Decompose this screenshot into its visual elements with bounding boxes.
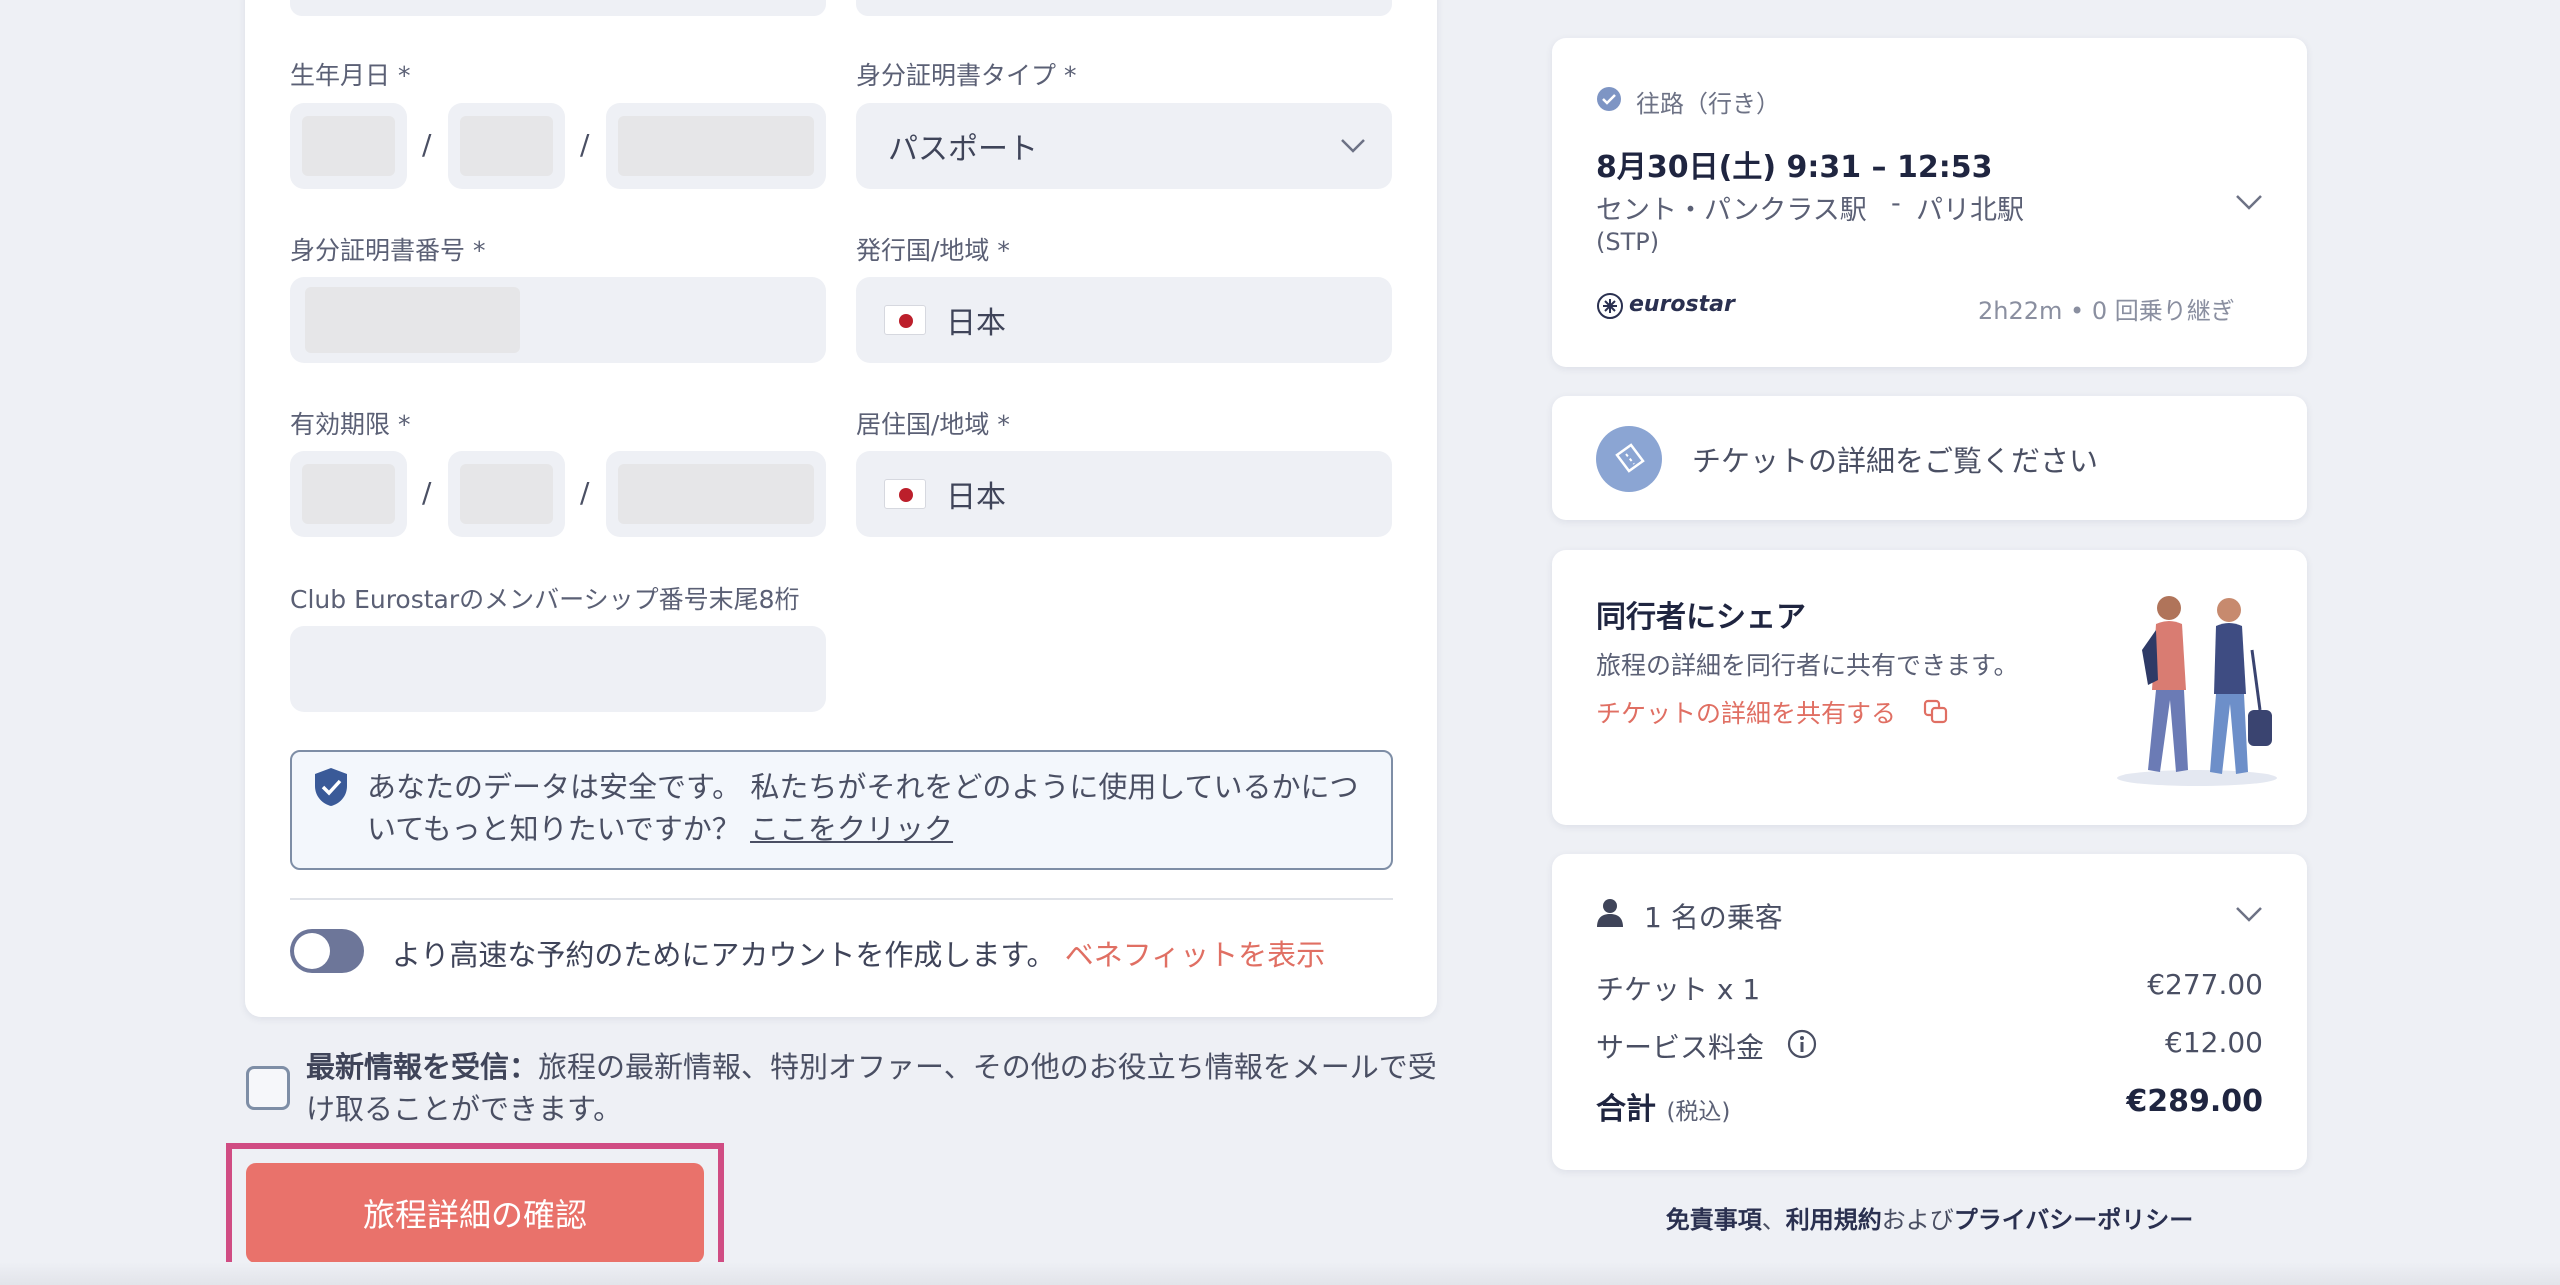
residence-label: 居住国/地域 * (856, 410, 1010, 439)
service-fee-value: €12.00 (2165, 1026, 2263, 1059)
journey-duration: 2h22m • 0 回乗り継ぎ (1978, 297, 2235, 325)
chevron-down-icon[interactable] (2235, 906, 2263, 924)
date-separator: / (580, 128, 590, 161)
chevron-down-icon[interactable] (2235, 194, 2263, 212)
newsletter-text: 最新情報を受信：旅程の最新情報、特別オファー、その他のお役立ち情報をメールで受け… (306, 1046, 1441, 1130)
id-type-label: 身分証明書タイプ * (856, 61, 1077, 90)
residence-value: 日本 (946, 480, 1006, 515)
check-circle-icon (1597, 87, 1621, 111)
japan-flag-icon (884, 479, 926, 509)
previous-field-right[interactable] (856, 0, 1392, 16)
previous-field-left[interactable] (290, 0, 826, 16)
expiry-month-input[interactable] (448, 451, 565, 537)
origin-station: セント・パンクラス駅 (1596, 195, 1867, 226)
date-separator: / (580, 476, 590, 509)
confirm-itinerary-button[interactable]: 旅程詳細の確認 (246, 1163, 704, 1263)
ticket-price-value: €277.00 (2147, 968, 2263, 1001)
view-benefits-link[interactable]: ベネフィットを表示 (1065, 938, 1325, 972)
eurostar-logo-text: eurostar (1629, 292, 1735, 317)
birth-day-input[interactable] (290, 103, 407, 189)
id-type-select[interactable]: パスポート (856, 103, 1392, 189)
passenger-count: 1 名の乗客 (1644, 901, 1783, 934)
shield-check-icon (315, 768, 347, 806)
total-value: €289.00 (2126, 1084, 2263, 1119)
privacy-policy-link[interactable]: プライバシーポリシー (1954, 1206, 2194, 1234)
tax-included-label: (税込) (1666, 1099, 1731, 1125)
membership-label: Club Eurostarのメンバーシップ番号末尾8桁 (290, 585, 800, 614)
info-icon[interactable] (1786, 1028, 1818, 1060)
issuing-country-label: 発行国/地域 * (856, 236, 1010, 265)
id-number-input[interactable] (290, 277, 826, 363)
ticket-details-text: チケットの詳細をご覧ください (1692, 444, 2099, 478)
footer-links: 免責事項、利用規約およびプライバシーポリシー (1552, 1200, 2307, 1235)
direction-label: 往路（行き） (1636, 90, 1780, 118)
japan-flag-icon (884, 305, 926, 335)
divider (290, 898, 1393, 900)
total-label: 合計 (税込) (1596, 1084, 1730, 1128)
birth-date-label: 生年月日 * (290, 61, 411, 90)
origin-code: (STP) (1596, 228, 1660, 256)
footer-and: および (1881, 1206, 1954, 1234)
newsletter-checkbox[interactable] (246, 1066, 290, 1110)
disclaimer-link[interactable]: 免責事項 (1666, 1206, 1762, 1234)
date-separator: / (422, 128, 432, 161)
price-summary-card: 1 名の乗客 チケット x 1 €277.00 サービス料金 €12.00 合計… (1552, 854, 2307, 1170)
create-account-text: より高速な予約のためにアカウントを作成します。 ベネフィットを表示 (392, 932, 1325, 974)
membership-number-input[interactable] (290, 626, 826, 712)
expiry-day-input[interactable] (290, 451, 407, 537)
ticket-price-label: チケット x 1 (1596, 973, 1761, 1006)
privacy-click-here-link[interactable]: ここをクリック (750, 812, 953, 846)
share-title: 同行者にシェア (1596, 600, 1806, 635)
create-account-label: より高速な予約のためにアカウントを作成します。 (392, 938, 1056, 972)
service-fee-label: サービス料金 (1596, 1031, 1765, 1064)
person-icon (1597, 899, 1623, 927)
ticket-details-card[interactable]: チケットの詳細をご覧ください (1552, 396, 2307, 520)
route-dash: - (1891, 188, 1901, 219)
issuing-country-select[interactable]: 日本 (856, 277, 1392, 363)
footer-separator: 、 (1761, 1206, 1786, 1234)
residence-select[interactable]: 日本 (856, 451, 1392, 537)
eurostar-logo-icon (1597, 293, 1623, 319)
issuing-country-value: 日本 (946, 306, 1006, 341)
travelers-illustration (2117, 596, 2277, 786)
date-separator: / (422, 476, 432, 509)
journey-date-time: 8月30日(土) 9:31 – 12:53 (1596, 150, 1993, 185)
share-card: 同行者にシェア 旅程の詳細を同行者に共有できます。 チケットの詳細を共有する (1552, 550, 2307, 825)
share-ticket-link[interactable]: チケットの詳細を共有する (1596, 694, 1896, 730)
chevron-down-icon (1341, 139, 1365, 153)
destination-station: パリ北駅 (1916, 195, 2024, 226)
birth-month-input[interactable] (448, 103, 565, 189)
privacy-notice: あなたのデータは安全です。 私たちがそれをどのように使用しているかについてもっと… (290, 750, 1393, 870)
journey-card[interactable]: 往路（行き） 8月30日(土) 9:31 – 12:53 セント・パンクラス駅 … (1552, 38, 2307, 367)
terms-link[interactable]: 利用規約 (1786, 1206, 1882, 1234)
expiry-label: 有効期限 * (290, 410, 411, 439)
create-account-toggle[interactable] (290, 929, 364, 973)
expiry-year-input[interactable] (606, 451, 826, 537)
id-type-value: パスポート (888, 132, 1038, 167)
ticket-icon (1596, 426, 1662, 492)
copy-icon[interactable] (1922, 698, 1950, 726)
birth-year-input[interactable] (606, 103, 826, 189)
total-label-text: 合計 (1596, 1092, 1656, 1127)
id-number-label: 身分証明書番号 * (290, 236, 486, 265)
toggle-knob (294, 933, 330, 969)
bottom-edge (0, 1262, 2560, 1285)
share-description: 旅程の詳細を同行者に共有できます。 (1596, 651, 2019, 680)
privacy-notice-text: あなたのデータは安全です。 私たちがそれをどのように使用しているかについてもっと… (367, 766, 1377, 850)
newsletter-bold-label: 最新情報を受信： (306, 1050, 539, 1084)
